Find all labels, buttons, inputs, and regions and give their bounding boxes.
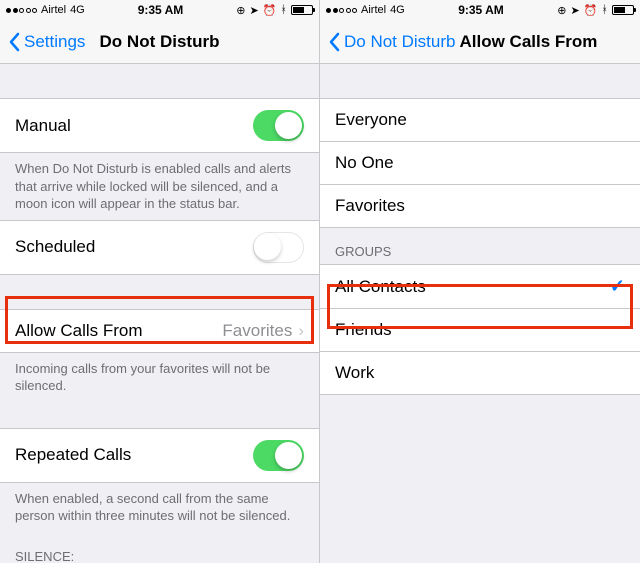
page-title: Allow Calls From [459, 32, 632, 52]
manual-cell[interactable]: Manual [0, 98, 319, 153]
row-label: Everyone [335, 110, 407, 130]
repeated-calls-toggle[interactable] [253, 440, 304, 471]
location-icon: ➤ [570, 4, 579, 17]
row-work[interactable]: Work [320, 351, 640, 395]
manual-note: When Do Not Disturb is enabled calls and… [0, 153, 319, 221]
chevron-right-icon: › [298, 321, 304, 341]
battery-icon [291, 5, 313, 15]
row-label: No One [335, 153, 394, 173]
signal-dots-icon [326, 8, 357, 13]
scheduled-label: Scheduled [15, 237, 95, 257]
bluetooth-icon: ᚼ [601, 4, 608, 16]
allow-calls-note: Incoming calls from your favorites will … [0, 353, 319, 403]
status-bar: Airtel 4G 9:35 AM ⊕ ➤ ⏰ ᚼ [320, 0, 640, 20]
nav-bar: Do Not Disturb Allow Calls From [320, 20, 640, 64]
checkmark-icon: ✓ [610, 276, 625, 297]
row-label: All Contacts [335, 277, 426, 297]
back-label: Do Not Disturb [344, 32, 455, 52]
row-everyone[interactable]: Everyone [320, 98, 640, 142]
repeated-calls-cell[interactable]: Repeated Calls [0, 428, 319, 483]
network-label: 4G [390, 4, 405, 16]
bluetooth-icon: ᚼ [280, 4, 287, 16]
row-friends[interactable]: Friends [320, 308, 640, 352]
silence-header: SILENCE: [0, 533, 319, 563]
row-no-one[interactable]: No One [320, 141, 640, 185]
scheduled-cell[interactable]: Scheduled [0, 220, 319, 275]
screen-do-not-disturb: Airtel 4G 9:35 AM ⊕ ➤ ⏰ ᚼ Settings Do No… [0, 0, 320, 563]
manual-label: Manual [15, 116, 71, 136]
row-all-contacts[interactable]: All Contacts ✓ [320, 264, 640, 309]
manual-toggle[interactable] [253, 110, 304, 141]
chevron-left-icon [328, 32, 340, 52]
back-label: Settings [24, 32, 85, 52]
row-label: Favorites [335, 196, 405, 216]
screen-allow-calls-from: Airtel 4G 9:35 AM ⊕ ➤ ⏰ ᚼ Do Not Disturb… [320, 0, 640, 563]
back-button[interactable]: Do Not Disturb [328, 32, 455, 52]
repeated-calls-label: Repeated Calls [15, 445, 131, 465]
chevron-left-icon [8, 32, 20, 52]
battery-icon [612, 5, 634, 15]
orientation-lock-icon: ⊕ [557, 4, 566, 17]
carrier-label: Airtel [41, 4, 66, 16]
status-time: 9:35 AM [138, 3, 184, 17]
repeated-calls-note: When enabled, a second call from the sam… [0, 483, 319, 533]
network-label: 4G [70, 4, 85, 16]
allow-calls-label: Allow Calls From [15, 321, 143, 341]
status-bar: Airtel 4G 9:35 AM ⊕ ➤ ⏰ ᚼ [0, 0, 319, 20]
signal-dots-icon [6, 8, 37, 13]
alarm-icon: ⏰ [263, 4, 277, 17]
back-button[interactable]: Settings [8, 32, 85, 52]
row-favorites[interactable]: Favorites [320, 184, 640, 228]
scheduled-toggle[interactable] [253, 232, 304, 263]
status-time: 9:35 AM [458, 3, 504, 17]
row-label: Work [335, 363, 374, 383]
orientation-lock-icon: ⊕ [236, 4, 245, 17]
row-label: Friends [335, 320, 392, 340]
location-icon: ➤ [249, 4, 258, 17]
nav-bar: Settings Do Not Disturb [0, 20, 319, 64]
groups-header: GROUPS [320, 228, 640, 265]
allow-calls-value: Favorites [222, 321, 292, 341]
allow-calls-cell[interactable]: Allow Calls From Favorites › [0, 309, 319, 353]
carrier-label: Airtel [361, 4, 386, 16]
alarm-icon: ⏰ [584, 4, 598, 17]
